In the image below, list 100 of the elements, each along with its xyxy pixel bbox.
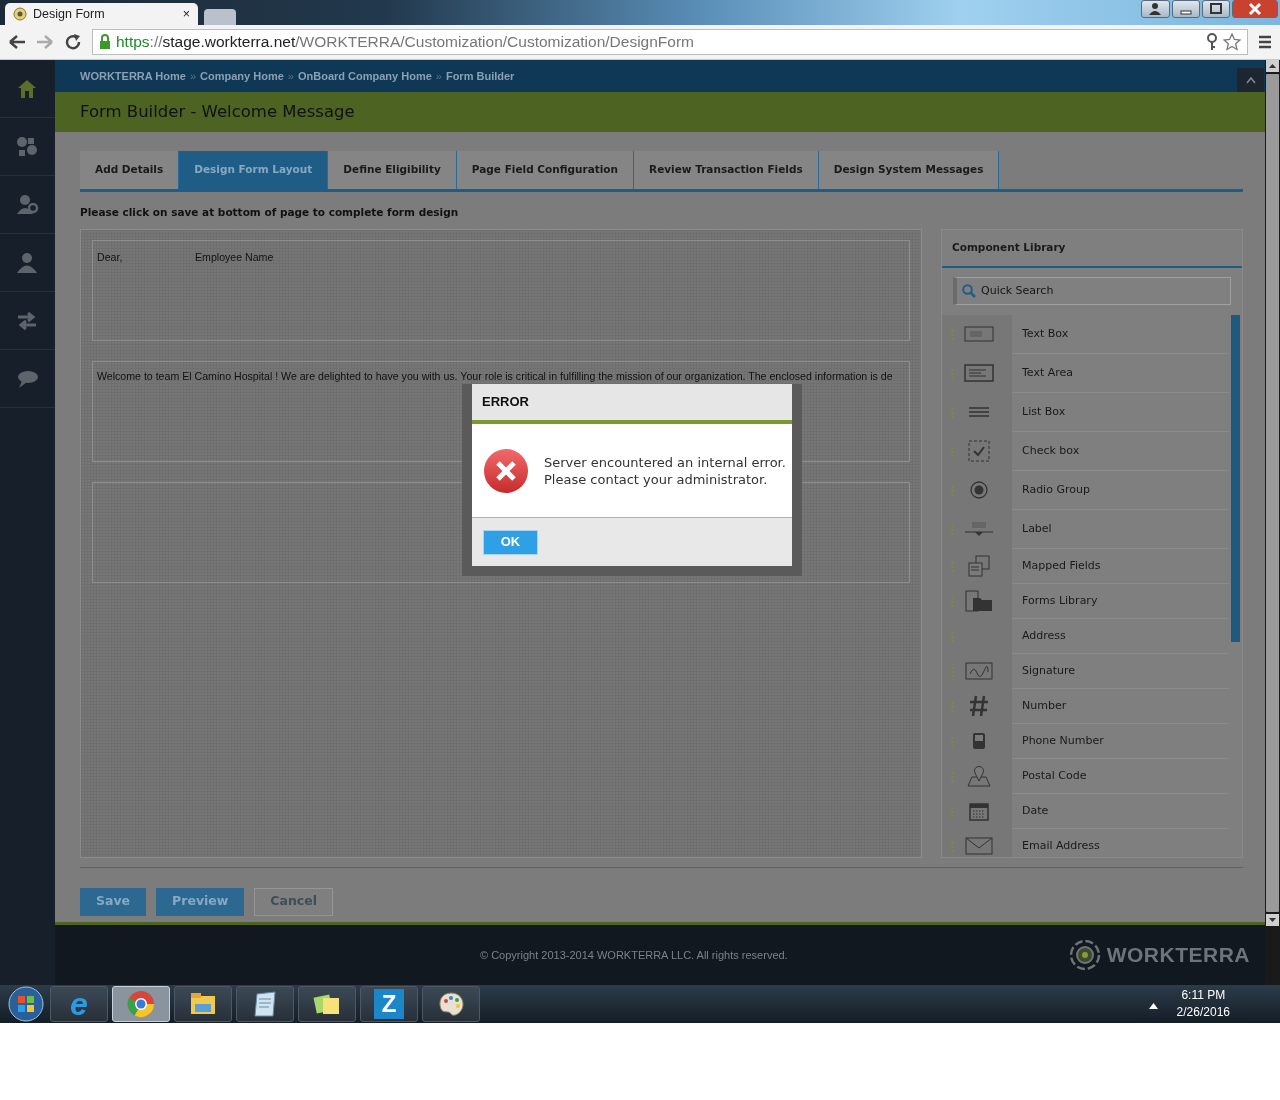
tab-title: Design Form xyxy=(33,5,106,23)
scroll-up-icon[interactable] xyxy=(1266,60,1279,72)
puzzle-icon[interactable] xyxy=(15,135,40,158)
forward-icon[interactable] xyxy=(36,34,54,50)
drag-handle-icon[interactable] xyxy=(951,805,954,817)
checkbox-icon xyxy=(968,440,990,463)
documents-icon xyxy=(968,555,990,578)
tab[interactable]: Review Transaction Fields xyxy=(634,151,819,189)
search-field[interactable]: Quick Search xyxy=(953,276,1231,305)
taskbar-button[interactable]: Z xyxy=(360,986,418,1022)
component-item[interactable]: Text Box xyxy=(942,314,1229,354)
form-button[interactable]: Save xyxy=(80,887,147,916)
form-button[interactable]: Preview xyxy=(156,887,245,916)
list-icon xyxy=(968,406,990,419)
browser-tab[interactable]: Design Form × xyxy=(5,3,198,25)
globe-icon xyxy=(13,7,27,21)
component-item[interactable]: Postal Code xyxy=(942,758,1229,794)
chrome-icon[interactable] xyxy=(127,990,155,1018)
envelope-icon xyxy=(965,837,993,856)
tab[interactable]: Page Field Configuration xyxy=(456,151,635,189)
component-item[interactable]: Text Area xyxy=(942,353,1229,393)
search-icon xyxy=(962,283,976,298)
back-icon[interactable] xyxy=(8,34,26,50)
logo-text: WORKTERRA xyxy=(1106,942,1250,969)
user-gear-icon[interactable] xyxy=(15,193,40,216)
component-item[interactable]: Date xyxy=(942,793,1229,829)
menu-icon[interactable] xyxy=(1258,35,1272,49)
component-item[interactable]: Radio Group xyxy=(942,470,1229,510)
component-item[interactable]: Check box xyxy=(942,431,1229,471)
phone-icon xyxy=(972,732,986,751)
label-icon xyxy=(964,521,994,538)
drag-handle-icon[interactable] xyxy=(951,523,954,535)
close-icon[interactable] xyxy=(1233,0,1277,18)
tab[interactable]: Design System Messages xyxy=(818,151,1000,189)
drag-handle-icon[interactable] xyxy=(951,595,954,607)
breadcrumb-separator: » xyxy=(189,68,197,84)
form-text: Employee Name xyxy=(195,249,274,265)
scroll-down-icon[interactable] xyxy=(1266,914,1279,926)
breadcrumb-link[interactable]: OnBoard Company Home xyxy=(297,67,432,85)
drag-handle-icon[interactable] xyxy=(951,735,954,747)
drag-handle-icon[interactable] xyxy=(951,367,954,379)
component-item[interactable]: Number xyxy=(942,688,1229,724)
map-pin-icon xyxy=(967,765,991,788)
drag-handle-icon[interactable] xyxy=(951,328,954,340)
target-logo-icon xyxy=(1068,939,1101,971)
textbox-icon xyxy=(964,326,994,343)
signature-icon xyxy=(965,662,993,681)
breadcrumb-separator: » xyxy=(287,68,294,84)
breadcrumb-link[interactable]: WORKTERRA Home xyxy=(80,67,186,85)
drag-handle-icon[interactable] xyxy=(951,665,954,677)
palette-icon[interactable] xyxy=(437,990,465,1018)
scrollbar-thumb[interactable] xyxy=(1266,74,1279,912)
component-item[interactable]: Phone Number xyxy=(942,723,1229,759)
component-item[interactable]: Email Address xyxy=(942,828,1229,857)
notepad-icon[interactable] xyxy=(251,990,279,1018)
lock-icon xyxy=(99,34,111,50)
collapse-icon[interactable] xyxy=(1245,76,1256,84)
drag-handle-icon[interactable] xyxy=(951,484,954,496)
breadcrumb-separator: » xyxy=(435,68,442,84)
start-orb-icon[interactable] xyxy=(6,986,46,1022)
panel-title: Component Library xyxy=(942,229,1242,268)
drag-handle-icon[interactable] xyxy=(951,700,954,712)
drag-handle-icon[interactable] xyxy=(951,560,954,572)
instruction-text: Please click on save at bottom of page to complete form design xyxy=(80,205,460,220)
component-item[interactable]: Label xyxy=(942,509,1229,549)
key-icon[interactable] xyxy=(1206,33,1218,51)
hash-icon xyxy=(969,695,989,718)
address-field[interactable]: https://stage.workterra.net/WORKTERRA/Customization/Customization/DesignForm xyxy=(92,29,1248,55)
drag-handle-icon[interactable] xyxy=(951,406,954,418)
reload-icon[interactable] xyxy=(64,33,82,51)
radio-icon xyxy=(970,481,988,500)
breadcrumb-link[interactable]: Company Home xyxy=(200,67,284,85)
dialog-message: Server encountered an internal error. Please contact your administrator. xyxy=(544,453,786,488)
copyright-text: © Copyright 2013-2014 WORKTERRA LLC. All rights reserved. xyxy=(480,947,788,963)
tab[interactable]: Design Form Layout xyxy=(179,151,329,189)
component-item[interactable]: Address xyxy=(942,618,1229,654)
taskbar-button[interactable]: e xyxy=(50,986,108,1022)
component-item[interactable]: Forms Library xyxy=(942,583,1229,619)
form-text: Dear, xyxy=(97,249,124,265)
component-item[interactable]: List Box xyxy=(942,392,1229,432)
tab-close-button[interactable]: × xyxy=(182,4,190,24)
paragraph-text: Welcome to team El Camino Hospital ! We are delighted to have you with us. Your role is critical in fulfilling the mission of our organization. The enclosed information is de xyxy=(97,368,893,384)
dialog-title: ERROR xyxy=(472,384,792,424)
error-icon xyxy=(483,447,529,494)
star-icon[interactable] xyxy=(1223,33,1241,51)
scrollbar-thumb[interactable] xyxy=(1231,314,1240,642)
drag-handle-icon[interactable] xyxy=(951,630,954,642)
component-item[interactable]: Mapped Fields xyxy=(942,548,1229,584)
drag-handle-icon[interactable] xyxy=(951,770,954,782)
text-area-icon xyxy=(964,364,994,383)
tab[interactable]: Add Details xyxy=(80,151,180,189)
component-item[interactable]: Signature xyxy=(942,653,1229,689)
tab[interactable]: Define Eligibility xyxy=(328,151,457,189)
page-title: Form Builder - Welcome Message xyxy=(55,92,1265,132)
tray-arrow-icon[interactable] xyxy=(1148,1003,1158,1009)
ok-button[interactable]: OK xyxy=(483,529,538,555)
drag-handle-icon[interactable] xyxy=(951,840,954,852)
drag-handle-icon[interactable] xyxy=(951,445,954,457)
breadcrumb-link[interactable]: Form Builder xyxy=(445,67,515,85)
clock-time: 6:11 PM xyxy=(1180,987,1227,1004)
